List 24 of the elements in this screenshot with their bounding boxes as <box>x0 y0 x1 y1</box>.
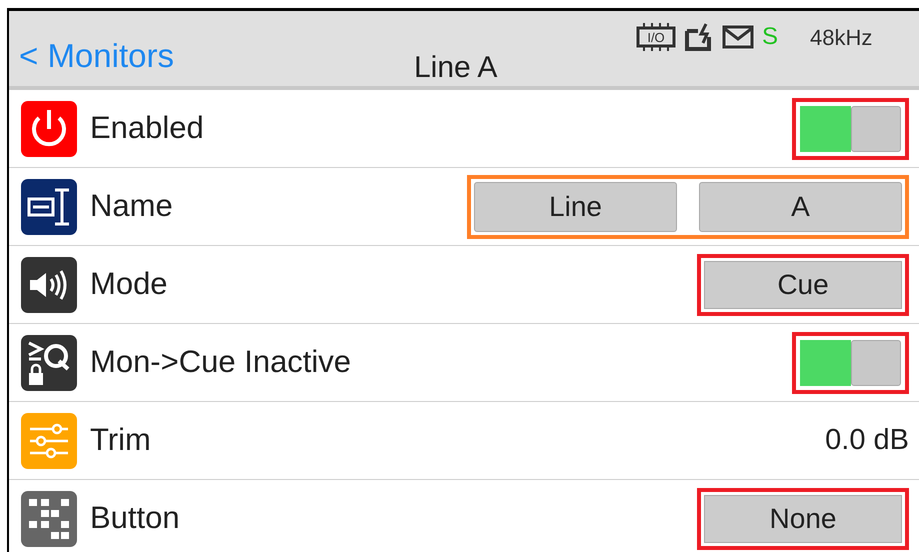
setting-label: Enabled <box>90 109 204 148</box>
sync-indicator: S <box>762 22 778 52</box>
setting-value: 0.0 dB <box>825 422 909 458</box>
toggle-switch[interactable] <box>792 332 909 394</box>
sample-rate: 48kHz <box>810 24 872 52</box>
sliders-icon <box>21 412 77 468</box>
mail-icon <box>722 25 754 49</box>
setting-label: Mode <box>90 265 168 304</box>
page-title: Line A <box>414 50 498 86</box>
toggle-switch[interactable] <box>792 98 909 160</box>
grid-icon <box>21 490 77 546</box>
name-part-button[interactable]: A <box>699 182 902 232</box>
setting-label: Name <box>90 187 173 226</box>
option-button[interactable]: Cue <box>697 254 909 316</box>
setting-label: Button <box>90 499 180 538</box>
speaker-icon <box>21 256 77 312</box>
lock-icon <box>21 334 77 390</box>
setting-label: Trim <box>90 421 151 460</box>
name-tag-icon <box>21 178 77 234</box>
power-icon <box>21 100 77 156</box>
setting-label: Mon->Cue Inactive <box>90 343 352 382</box>
name-part-button[interactable]: Line <box>474 182 677 232</box>
option-button[interactable]: None <box>697 488 909 550</box>
card-lightning-icon <box>684 23 714 51</box>
